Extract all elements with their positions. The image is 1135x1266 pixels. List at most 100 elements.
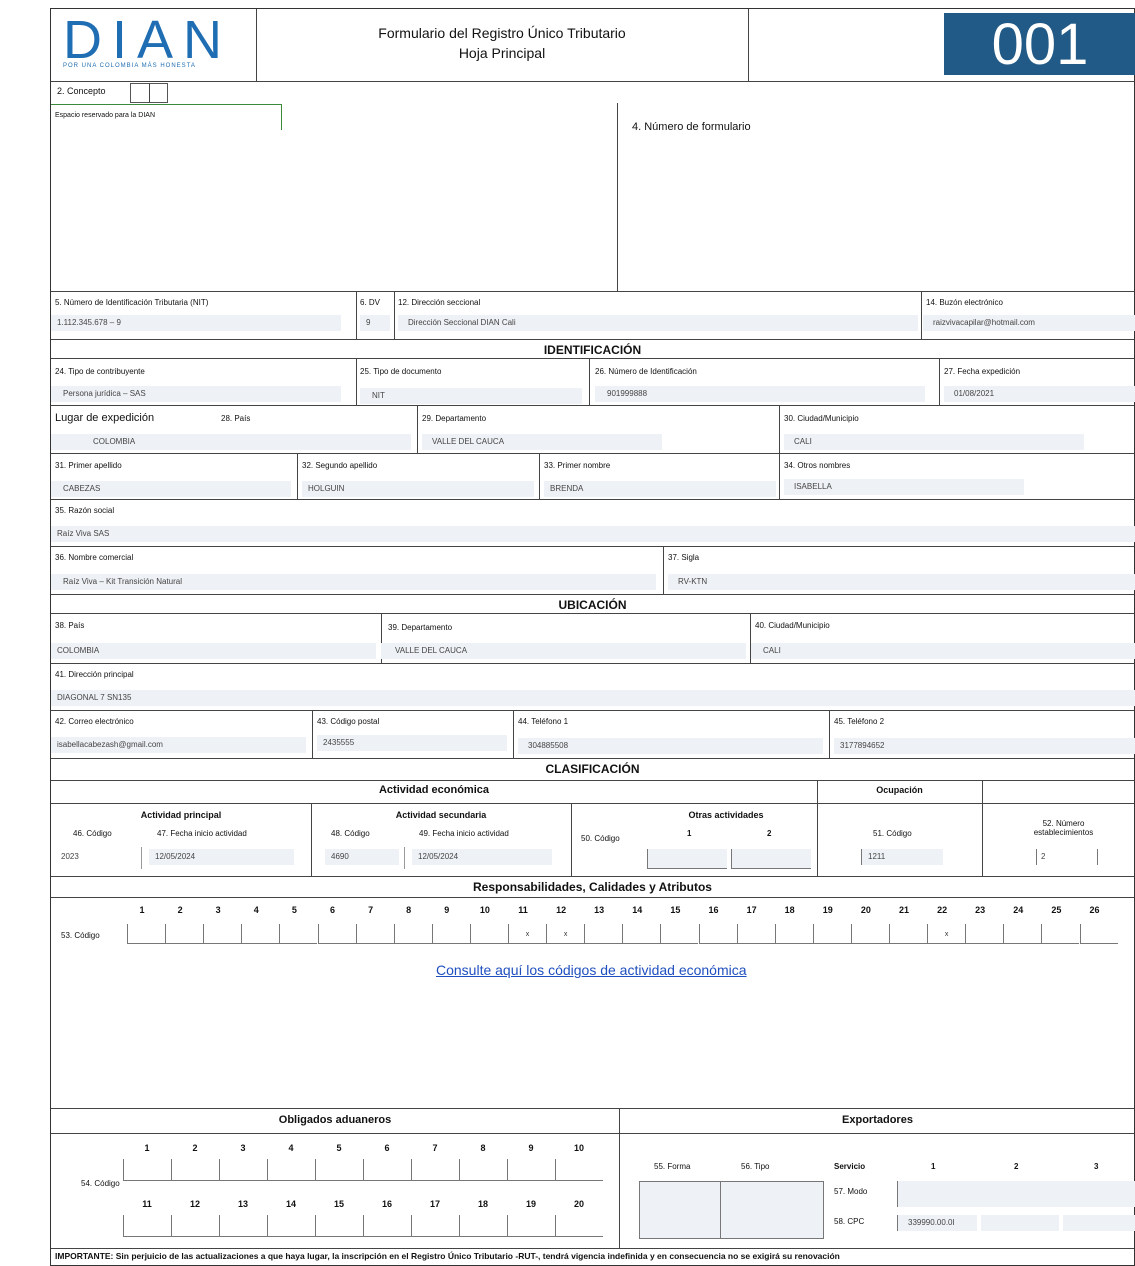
- responsabilidad-cell[interactable]: [660, 924, 699, 944]
- aduanero-cell[interactable]: [171, 1215, 219, 1237]
- otros-nombres-value[interactable]: ISABELLA: [784, 479, 1024, 495]
- responsabilidad-cell[interactable]: [622, 924, 661, 944]
- tipo-contribuyente-value[interactable]: Persona jurídica – SAS: [51, 386, 341, 402]
- exp-depto-value[interactable]: VALLE DEL CAUCA: [422, 434, 662, 450]
- exp-ciudad-value[interactable]: CALI: [784, 434, 1084, 450]
- numero-id-value[interactable]: 901999888: [595, 386, 925, 402]
- responsabilidad-cell[interactable]: [469, 924, 508, 944]
- responsabilidad-cell[interactable]: [850, 924, 889, 944]
- aduanero-cell[interactable]: [459, 1215, 507, 1237]
- responsabilidad-cell[interactable]: [774, 924, 813, 944]
- responsabilidad-cell[interactable]: [203, 924, 242, 944]
- telefono1-value[interactable]: 304885508: [518, 738, 823, 754]
- fecha-expedicion-value[interactable]: 01/08/2021: [944, 386, 1135, 402]
- responsabilidad-cell[interactable]: [584, 924, 623, 944]
- aduanero-cell[interactable]: [267, 1159, 315, 1181]
- otras-actividad-2-box[interactable]: [731, 849, 811, 869]
- sigla-value[interactable]: RV-KTN: [668, 574, 1135, 590]
- telefono2-value[interactable]: 3177894652: [834, 738, 1135, 754]
- aduanero-cell[interactable]: [123, 1159, 171, 1181]
- otras-actividad-1-box[interactable]: [647, 849, 727, 869]
- aduanero-cell[interactable]: [219, 1215, 267, 1237]
- aduanero-cell[interactable]: [123, 1215, 171, 1237]
- responsabilidad-number: 10: [479, 905, 490, 915]
- ubic-pais-value[interactable]: COLOMBIA: [51, 643, 376, 659]
- aduanero-cell[interactable]: [507, 1159, 555, 1181]
- responsabilidad-cell[interactable]: [241, 924, 280, 944]
- correo-value[interactable]: isabellacabezash@gmail.com: [51, 737, 306, 753]
- responsabilidad-cell[interactable]: [1041, 924, 1080, 944]
- fecha47-value[interactable]: 12/05/2024: [149, 849, 294, 865]
- aduanero-cell[interactable]: [555, 1215, 603, 1237]
- responsabilidad-cell[interactable]: x: [508, 924, 547, 944]
- aduanero-cell[interactable]: [411, 1159, 459, 1181]
- cpc58-box-2[interactable]: [981, 1215, 1059, 1231]
- aduanero-cell[interactable]: [411, 1215, 459, 1237]
- responsabilidad-cell[interactable]: [965, 924, 1004, 944]
- nombre-comercial-value[interactable]: Raíz Viva – Kit Transición Natural: [51, 574, 656, 590]
- modo57-box[interactable]: [897, 1181, 1135, 1207]
- aduanero-number: 10: [573, 1143, 584, 1153]
- seccional-value[interactable]: Dirección Seccional DIAN Cali: [398, 315, 918, 331]
- forma55-label: 55. Forma: [654, 1162, 691, 1171]
- nit-value[interactable]: 1.112.345.678 – 9: [51, 315, 341, 331]
- codigo-postal-value[interactable]: 2435555: [317, 735, 507, 751]
- fecha-expedicion-label: 27. Fecha expedición: [944, 367, 1021, 376]
- responsabilidad-cell[interactable]: [1003, 924, 1042, 944]
- codigo46-value[interactable]: 2023: [55, 849, 137, 865]
- aduanero-cell[interactable]: [459, 1159, 507, 1181]
- servicio-col-2: 2: [1014, 1162, 1019, 1171]
- num-establecimientos-value[interactable]: 2: [1036, 849, 1098, 865]
- aduanero-cell[interactable]: [315, 1215, 363, 1237]
- aduanero-cell[interactable]: [267, 1215, 315, 1237]
- tipo56-box[interactable]: [720, 1181, 824, 1239]
- segundo-apellido-value[interactable]: HOLGUIN: [302, 481, 534, 497]
- cpc58-box-3[interactable]: [1063, 1215, 1135, 1231]
- codigo-postal-label: 43. Código postal: [317, 717, 380, 726]
- aduanero-cell[interactable]: [315, 1159, 363, 1181]
- responsabilidad-cell[interactable]: [279, 924, 318, 944]
- title-line-1: Formulario del Registro Único Tributario: [378, 25, 626, 41]
- aduanero-cell[interactable]: [555, 1159, 603, 1181]
- responsabilidad-cell[interactable]: [355, 924, 394, 944]
- tipo-contribuyente-label: 24. Tipo de contribuyente: [55, 367, 145, 376]
- tipo-documento-value[interactable]: NIT: [360, 388, 582, 404]
- dv-value[interactable]: 9: [360, 315, 390, 331]
- primer-apellido-value[interactable]: CABEZAS: [51, 481, 291, 497]
- responsabilidad-cell[interactable]: [698, 924, 737, 944]
- razon-social-value[interactable]: Raíz Viva SAS: [51, 526, 1135, 542]
- form-number: 001: [991, 12, 1089, 77]
- importante-notice: IMPORTANTE: Sin perjuicio de las actuali…: [55, 1251, 840, 1261]
- codigo48-value[interactable]: 4690: [325, 849, 399, 865]
- responsabilidad-cell[interactable]: [889, 924, 928, 944]
- aduanero-cell[interactable]: [507, 1215, 555, 1237]
- aduanero-cell[interactable]: [219, 1159, 267, 1181]
- consulte-codigos-link[interactable]: Consulte aquí los códigos de actividad e…: [436, 962, 747, 978]
- codigo51-value[interactable]: 1211: [861, 849, 943, 865]
- ubic-depto-value[interactable]: VALLE DEL CAUCA: [381, 643, 746, 659]
- responsabilidad-cell[interactable]: [393, 924, 432, 944]
- cpc58-value[interactable]: 339990.00.0I: [897, 1215, 977, 1231]
- aduanero-cell[interactable]: [363, 1159, 411, 1181]
- aduanero-cell[interactable]: [171, 1159, 219, 1181]
- telefono1-label: 44. Teléfono 1: [518, 717, 569, 726]
- exp-pais-value[interactable]: COLOMBIA: [51, 434, 411, 450]
- primer-nombre-value[interactable]: BRENDA: [544, 481, 776, 497]
- responsabilidad-cell[interactable]: [812, 924, 851, 944]
- concepto-label: 2. Concepto: [57, 86, 106, 96]
- aduanero-cell[interactable]: [363, 1215, 411, 1237]
- forma55-box[interactable]: [639, 1181, 721, 1239]
- direccion-principal-value[interactable]: DIAGONAL 7 SN135: [51, 690, 1135, 706]
- responsabilidad-cell[interactable]: x: [546, 924, 585, 944]
- responsabilidad-cell[interactable]: [317, 924, 356, 944]
- responsabilidad-cell[interactable]: [165, 924, 204, 944]
- buzon-value[interactable]: raizvivacapilar@hotmail.com: [923, 315, 1135, 331]
- responsabilidad-cell[interactable]: x: [927, 924, 966, 944]
- fecha49-value[interactable]: 12/05/2024: [412, 849, 552, 865]
- responsabilidad-cell[interactable]: [431, 924, 470, 944]
- responsabilidad-number: 19: [822, 905, 833, 915]
- responsabilidad-cell[interactable]: [736, 924, 775, 944]
- ubic-ciudad-value[interactable]: CALI: [751, 643, 1135, 659]
- responsabilidad-cell[interactable]: [1079, 924, 1118, 944]
- responsabilidad-cell[interactable]: [127, 924, 166, 944]
